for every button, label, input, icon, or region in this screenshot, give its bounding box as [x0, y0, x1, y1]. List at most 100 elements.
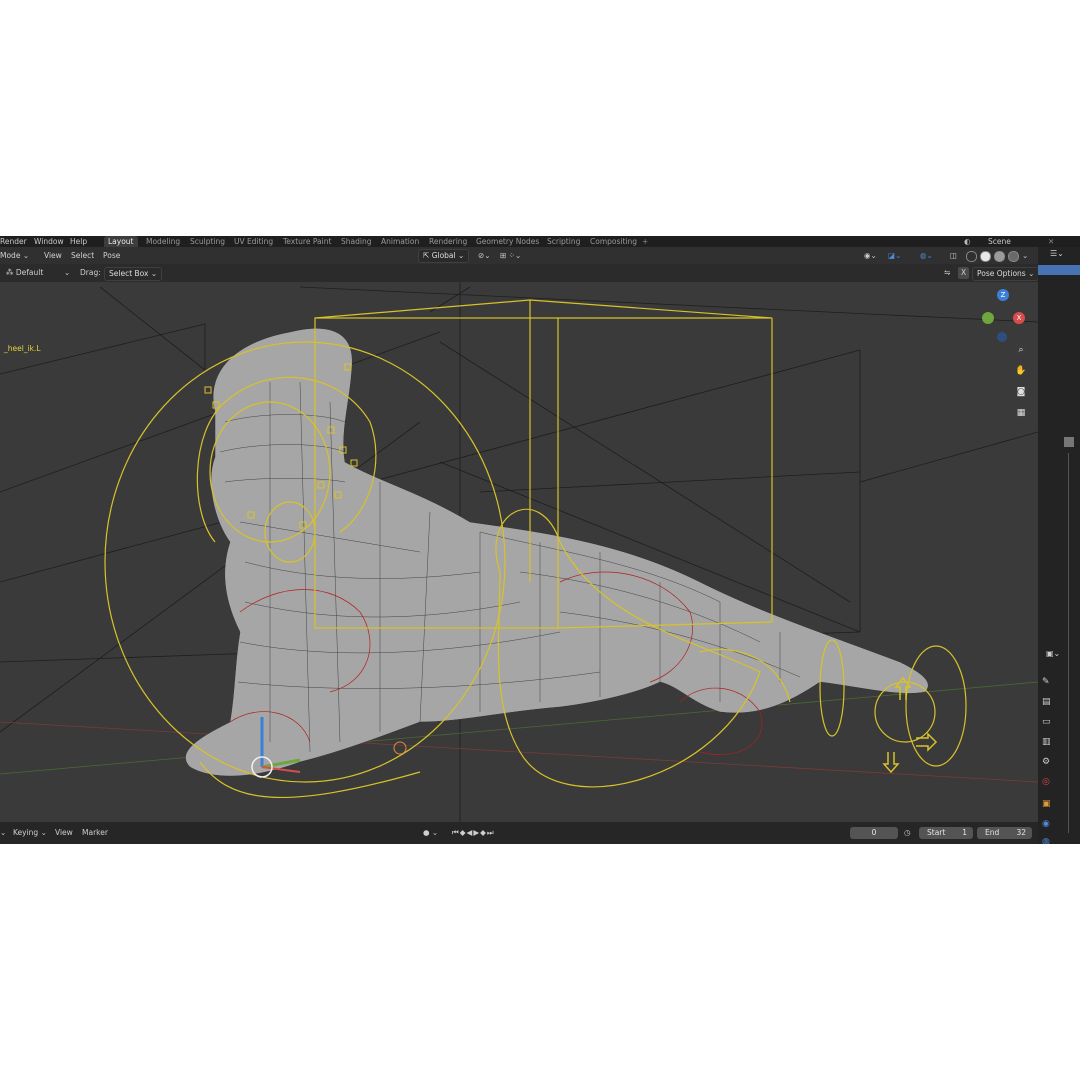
- top-bar: Render Window Help Layout Modeling Sculp…: [0, 236, 1080, 247]
- 3d-cursor[interactable]: [393, 741, 407, 755]
- 3d-viewport[interactable]: _heel_ik.L Z Y X ⌕ ✋ ◙ ▦: [0, 282, 1038, 822]
- timeline-menu-icon[interactable]: ⌄: [0, 822, 6, 844]
- lion-mesh[interactable]: [185, 328, 929, 777]
- outliner-tree-line: [1068, 453, 1069, 833]
- orientation-preset-dropdown[interactable]: ⁂ Default: [6, 264, 43, 282]
- transform-orientation-dropdown[interactable]: ⇱ Global ⌄: [418, 249, 470, 263]
- tab-modeling[interactable]: Modeling: [142, 236, 184, 247]
- transform-icon: ⁂: [6, 268, 14, 277]
- menu-pose[interactable]: Pose: [103, 247, 120, 264]
- mirror-icon[interactable]: ⇋: [944, 264, 950, 282]
- world-properties-icon[interactable]: ◎: [1042, 777, 1050, 787]
- tab-scripting[interactable]: Scripting: [543, 236, 584, 247]
- wireframe-shading-icon[interactable]: [966, 250, 977, 262]
- material-shading-icon[interactable]: [994, 250, 1005, 262]
- chevron-down-icon[interactable]: ⌄: [64, 264, 70, 282]
- tab-shading[interactable]: Shading: [337, 236, 375, 247]
- gizmo-toggle-icon[interactable]: ◪⌄: [888, 247, 901, 264]
- jump-end-icon[interactable]: ⏭: [487, 828, 495, 837]
- menu-view-timeline[interactable]: View: [55, 822, 73, 844]
- add-workspace-button[interactable]: +: [642, 236, 648, 247]
- blender-window: Render Window Help Layout Modeling Sculp…: [0, 236, 1080, 844]
- keying-label: Keying: [13, 828, 39, 837]
- render-properties-icon[interactable]: ▤: [1042, 697, 1051, 707]
- y-axis-ball[interactable]: Y: [982, 312, 994, 324]
- overlay-toggle-icon[interactable]: ◍⌄: [920, 247, 933, 264]
- visibility-icon[interactable]: ◉⌄: [864, 247, 877, 264]
- viewport-scene: [0, 282, 1038, 822]
- modifier-properties-icon[interactable]: ◉: [1042, 819, 1050, 829]
- shading-mode-group: ⌄: [966, 247, 1028, 264]
- x-axis-ball[interactable]: X: [1013, 312, 1025, 324]
- clock-icon[interactable]: ◷: [904, 822, 911, 844]
- view-layer-icon[interactable]: ▥: [1042, 737, 1051, 747]
- z-axis-ball[interactable]: Z: [997, 289, 1009, 301]
- start-frame-field[interactable]: Start 1: [919, 827, 973, 839]
- chevron-down-icon: ⌄: [22, 251, 30, 260]
- next-keyframe-icon[interactable]: ◆: [480, 828, 487, 837]
- prev-keyframe-icon[interactable]: ◆: [460, 828, 467, 837]
- tool-header: ⁂ Default ⌄ Drag: Select Box ⌄ ⇋ X Pose …: [0, 264, 1040, 282]
- scene-icon: ◐: [964, 237, 971, 246]
- scene-name[interactable]: Scene: [988, 236, 1011, 247]
- record-icon[interactable]: ● ⌄: [423, 822, 438, 844]
- properties-panel: ☰⌄ ▣⌄ ✎ ▤ ▭ ▥ ⚙ ◎ ▣ ◉ ◍: [1038, 247, 1080, 844]
- menu-help[interactable]: Help: [70, 236, 87, 247]
- tab-layout[interactable]: Layout: [104, 236, 138, 247]
- end-label: End: [985, 828, 1000, 837]
- camera-icon[interactable]: ◙: [1014, 385, 1028, 399]
- menu-window[interactable]: Window: [34, 236, 64, 247]
- output-properties-icon[interactable]: ▭: [1042, 717, 1051, 727]
- outliner-filter-icon[interactable]: ☰⌄: [1038, 247, 1080, 261]
- orientation-icon: ⇱: [423, 251, 430, 260]
- tab-geometry-nodes[interactable]: Geometry Nodes: [472, 236, 543, 247]
- tab-animation[interactable]: Animation: [377, 236, 423, 247]
- x-mirror-toggle[interactable]: X: [958, 267, 970, 279]
- end-value: 32: [1016, 828, 1026, 837]
- neg-z-axis-ball[interactable]: [997, 332, 1007, 342]
- scene-properties-icon[interactable]: ⚙: [1042, 757, 1050, 767]
- menu-select[interactable]: Select: [71, 247, 94, 264]
- outliner-selected-row[interactable]: [1038, 265, 1080, 275]
- tab-compositing[interactable]: Compositing: [586, 236, 641, 247]
- tab-uv-editing[interactable]: UV Editing: [230, 236, 277, 247]
- menu-view[interactable]: View: [44, 247, 62, 264]
- solid-shading-icon[interactable]: [980, 250, 991, 262]
- xray-toggle-icon[interactable]: ◫: [950, 247, 957, 264]
- pose-options-dropdown[interactable]: Pose Options ⌄: [972, 267, 1040, 281]
- navigation-gizmo[interactable]: Z Y X: [976, 284, 1036, 344]
- current-frame-field[interactable]: 0: [850, 827, 898, 839]
- tab-sculpting[interactable]: Sculpting: [186, 236, 229, 247]
- object-properties-icon[interactable]: ▣: [1042, 799, 1051, 809]
- end-frame-field[interactable]: End 32: [977, 827, 1032, 839]
- tail-tip-control[interactable]: [905, 645, 967, 767]
- pivot-point-icon[interactable]: ⊘⌄: [478, 247, 491, 264]
- tab-rendering[interactable]: Rendering: [425, 236, 471, 247]
- drag-select-value: Select Box: [109, 269, 149, 278]
- start-label: Start: [927, 828, 946, 837]
- properties-editor-icon[interactable]: ▣⌄: [1046, 649, 1060, 658]
- mode-label: Mode: [0, 251, 21, 260]
- menu-render[interactable]: Render: [0, 236, 27, 247]
- orientation-label: Global: [431, 251, 456, 260]
- constraint-properties-icon[interactable]: ◍: [1042, 837, 1050, 844]
- zoom-icon[interactable]: ⌕: [1014, 343, 1028, 357]
- drag-label: Drag:: [80, 268, 101, 277]
- orientation-preset-label: Default: [15, 268, 44, 277]
- mode-dropdown[interactable]: Mode ⌄: [0, 247, 29, 264]
- jump-start-icon[interactable]: ⏮: [452, 828, 460, 837]
- menu-keying[interactable]: Keying ⌄: [13, 822, 47, 844]
- menu-marker[interactable]: Marker: [82, 822, 108, 844]
- snap-icon[interactable]: ⊞ ⁘⌄: [500, 247, 521, 264]
- pose-options-label: Pose Options: [977, 269, 1026, 278]
- scene-close-icon[interactable]: ✕: [1048, 236, 1054, 247]
- timeline-header: ⌄ Keying ⌄ View Marker ● ⌄ ⏮◆◀▶◆⏭ 0 ◷ St…: [0, 822, 1038, 844]
- rendered-shading-icon[interactable]: [1008, 250, 1019, 262]
- outliner-collection-icon[interactable]: [1064, 437, 1074, 447]
- grid-icon[interactable]: ▦: [1014, 406, 1028, 420]
- tool-properties-icon[interactable]: ✎: [1042, 677, 1050, 687]
- drag-select-dropdown[interactable]: Select Box ⌄: [104, 267, 163, 281]
- hand-icon[interactable]: ✋: [1014, 364, 1028, 378]
- tab-texture-paint[interactable]: Texture Paint: [279, 236, 335, 247]
- viewport-header: Mode ⌄ View Select Pose ⇱ Global ⌄ ⊘⌄ ⊞ …: [0, 247, 1038, 264]
